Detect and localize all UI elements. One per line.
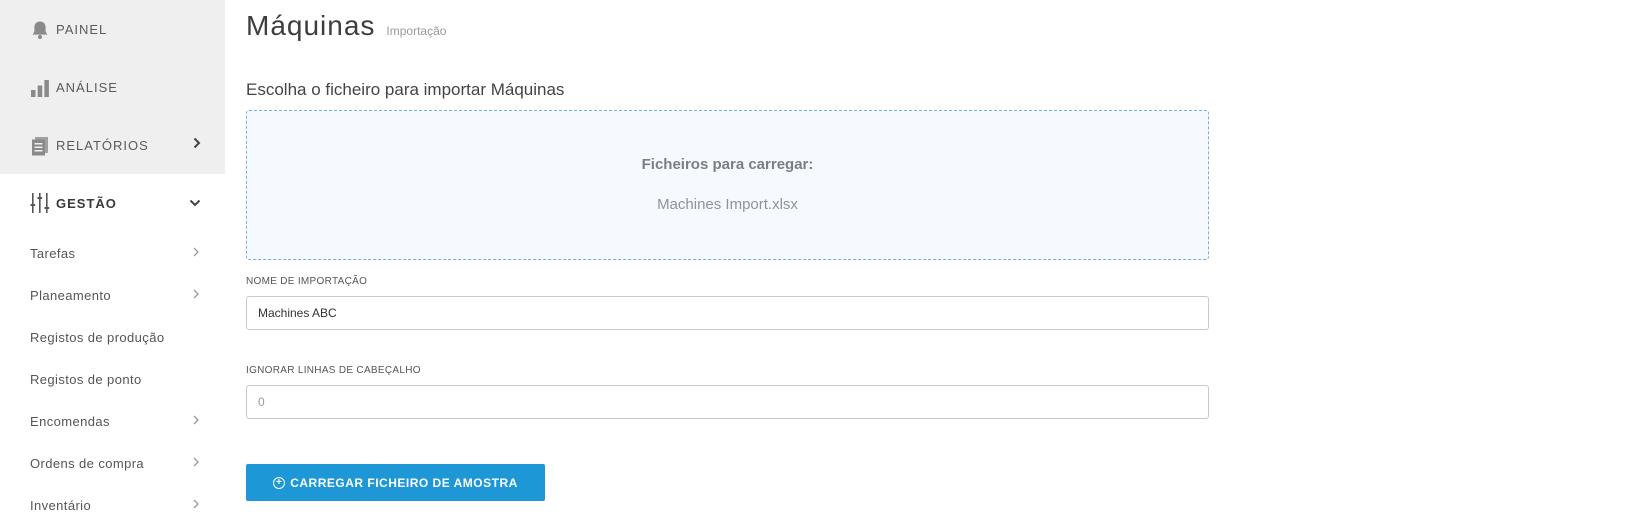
sidebar-item-painel[interactable]: PAINEL: [0, 0, 225, 58]
sidebar-top-group: PAINEL ANÁLISE RELATÓRIOS: [0, 0, 225, 174]
chevron-right-icon: [193, 286, 199, 304]
file-dropzone[interactable]: Ficheiros para carregar: Machines Import…: [246, 110, 1209, 260]
sidebar-subitem-label: Registos de ponto: [30, 371, 142, 387]
import-name-label: NOME DE IMPORTAÇÃO: [246, 276, 368, 287]
chevron-right-icon: [193, 496, 199, 514]
page-subtitle: Importação: [386, 24, 447, 38]
sidebar-subitem-encomendas[interactable]: Encomendas: [0, 400, 225, 442]
sidebar-item-label: PAINEL: [56, 21, 108, 37]
chevron-right-icon: [193, 244, 199, 262]
ignore-header-label: IGNORAR LINHAS DE CABEÇALHO: [246, 365, 421, 376]
sidebar-subitem-registos-producao[interactable]: Registos de produção: [0, 316, 225, 358]
plus-circle-icon: +: [273, 476, 286, 489]
sliders-icon: [30, 192, 50, 214]
chevron-right-icon: [193, 136, 201, 154]
sidebar-item-analise[interactable]: ANÁLISE: [0, 58, 225, 116]
ignore-header-input[interactable]: [246, 385, 1209, 419]
sidebar-subitem-label: Planeamento: [30, 287, 112, 303]
document-icon: [30, 134, 50, 156]
sidebar-subitem-label: Inventário: [30, 497, 92, 513]
chevron-right-icon: [193, 454, 199, 472]
sidebar-item-label: ANÁLISE: [56, 79, 118, 95]
sidebar-subitem-label: Tarefas: [30, 245, 76, 261]
bar-chart-icon: [30, 76, 50, 98]
import-name-input[interactable]: [246, 296, 1209, 330]
sidebar-item-label: RELATÓRIOS: [56, 137, 149, 153]
page-header: Máquinas Importação: [246, 10, 446, 42]
upload-sample-file-button[interactable]: + CARREGAR FICHEIRO DE AMOSTRA: [246, 464, 545, 501]
sidebar-subitem-planeamento[interactable]: Planeamento: [0, 274, 225, 316]
sidebar: PAINEL ANÁLISE RELATÓRIOS GESTÃO Tarefas…: [0, 0, 225, 520]
sidebar-item-label: GESTÃO: [56, 195, 117, 211]
bell-icon: [30, 18, 50, 40]
dropzone-label: Ficheiros para carregar:: [641, 156, 814, 173]
sidebar-subitem-tarefas[interactable]: Tarefas: [0, 232, 225, 274]
upload-button-label: CARREGAR FICHEIRO DE AMOSTRA: [290, 475, 518, 490]
import-heading: Escolha o ficheiro para importar Máquina…: [246, 80, 565, 99]
sidebar-subitem-label: Registos de produção: [30, 329, 165, 345]
chevron-down-icon: [189, 194, 201, 212]
sidebar-subitem-ordens-compra[interactable]: Ordens de compra: [0, 442, 225, 484]
sidebar-subitem-inventario[interactable]: Inventário: [0, 484, 225, 520]
sidebar-item-gestao[interactable]: GESTÃO: [0, 174, 225, 232]
page-title: Máquinas: [246, 10, 376, 41]
sidebar-subitem-label: Ordens de compra: [30, 455, 145, 471]
sidebar-item-relatorios[interactable]: RELATÓRIOS: [0, 116, 225, 174]
chevron-right-icon: [193, 412, 199, 430]
dropzone-file-name: Machines Import.xlsx: [657, 196, 798, 213]
sidebar-subitem-label: Encomendas: [30, 413, 110, 429]
sidebar-subitem-registos-ponto[interactable]: Registos de ponto: [0, 358, 225, 400]
